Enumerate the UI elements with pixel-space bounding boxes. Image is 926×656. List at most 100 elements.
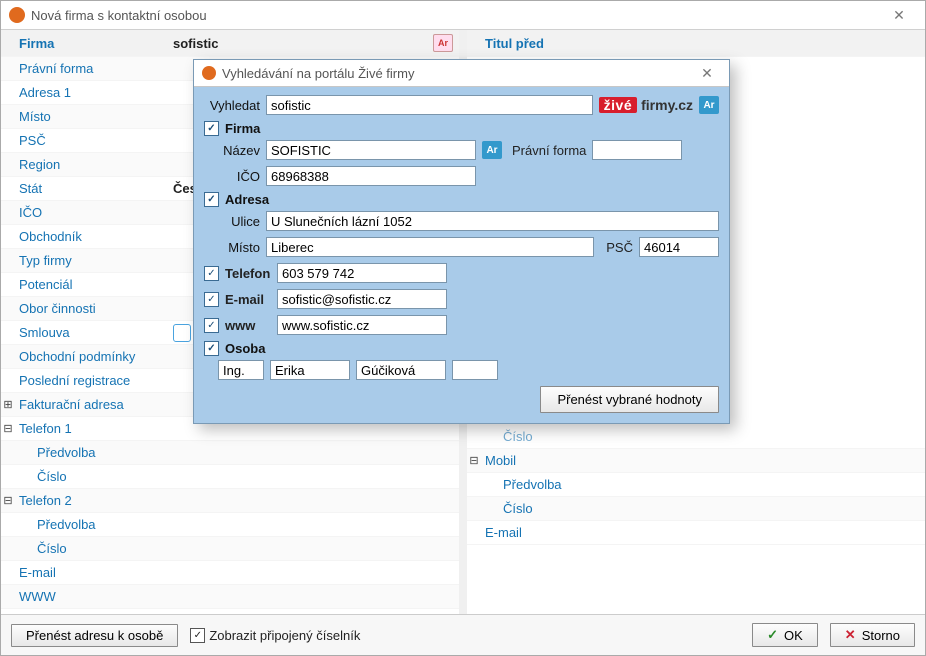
ares-lookup-icon[interactable]: Ar xyxy=(482,141,502,159)
adresa-section-label: Adresa xyxy=(225,192,269,207)
dialog-footer: Přenést vybrané hodnoty xyxy=(204,386,719,413)
field-label: Předvolba xyxy=(15,517,187,532)
field-label: Region xyxy=(15,157,169,172)
field-checkbox[interactable] xyxy=(173,324,191,342)
field-label: WWW xyxy=(15,589,169,604)
window-title: Nová firma s kontaktní osobou xyxy=(31,8,207,23)
osoba-titul-input[interactable] xyxy=(218,360,264,380)
field-label: Telefon 2 xyxy=(15,493,169,508)
firma-checkbox[interactable]: ✓ xyxy=(204,121,219,136)
ulice-label: Ulice xyxy=(204,214,260,229)
show-linked-list-checkbox[interactable]: ✓ Zobrazit připojený číselník xyxy=(190,628,360,643)
dialog-close-button[interactable]: ✕ xyxy=(693,65,721,82)
field-label: Firma xyxy=(15,36,169,51)
osoba-fields xyxy=(204,360,719,380)
field-label: Obchodník xyxy=(15,229,169,244)
window-close-button[interactable]: ✕ xyxy=(881,7,917,24)
transfer-address-button[interactable]: Přenést adresu k osobě xyxy=(11,624,178,647)
pravni-forma-input[interactable] xyxy=(592,140,682,160)
zive-logo: živé xyxy=(599,97,637,113)
www-input[interactable] xyxy=(277,315,447,335)
nazev-label: Název xyxy=(204,143,260,158)
field-label: Mobil xyxy=(481,453,635,468)
psc-input[interactable] xyxy=(639,237,719,257)
field-label: Číslo xyxy=(481,501,653,516)
lookup-dialog: Vyhledávání na portálu Živé firmy ✕ Vyhl… xyxy=(193,59,730,424)
www-section-label: www xyxy=(225,318,271,333)
telefon-checkbox[interactable]: ✓ xyxy=(204,266,219,281)
email-checkbox[interactable]: ✓ xyxy=(204,292,219,307)
osoba-checkbox[interactable]: ✓ xyxy=(204,341,219,356)
field-value[interactable]: sofisticAr xyxy=(169,34,459,52)
field-label: Obchodní podmínky xyxy=(15,349,169,364)
search-label: Vyhledat xyxy=(204,98,260,113)
field-label: Obor činnosti xyxy=(15,301,169,316)
search-input[interactable] xyxy=(266,95,593,115)
section-firma: ✓ Firma xyxy=(204,121,719,136)
section-adresa: ✓ Adresa xyxy=(204,192,719,207)
ico-input[interactable] xyxy=(266,166,476,186)
email-section-label: E-mail xyxy=(225,292,271,307)
field-label: IČO xyxy=(15,205,169,220)
field-label: PSČ xyxy=(15,133,169,148)
checkbox-icon: ✓ xyxy=(190,628,205,643)
field-label: Číslo xyxy=(15,541,187,556)
form-row[interactable]: Předvolba xyxy=(1,513,459,537)
check-icon: ✓ xyxy=(767,627,778,643)
field-label: Typ firmy xyxy=(15,253,169,268)
tree-toggle-icon[interactable]: ⊞ xyxy=(1,398,15,411)
section-www: ✓ www xyxy=(204,315,719,335)
field-label: E-mail xyxy=(481,525,635,540)
main-window: Nová firma s kontaktní osobou ✕ Firmasof… xyxy=(0,0,926,656)
osoba-titulza-input[interactable] xyxy=(452,360,498,380)
dialog-app-icon xyxy=(202,66,216,80)
nazev-input[interactable] xyxy=(266,140,476,160)
field-label: Fakturační adresa xyxy=(15,397,169,412)
dialog-titlebar: Vyhledávání na portálu Živé firmy ✕ xyxy=(194,60,729,87)
email-input[interactable] xyxy=(277,289,447,309)
field-label: Číslo xyxy=(15,469,187,484)
field-label: Předvolba xyxy=(15,445,187,460)
field-label: Titul před xyxy=(481,36,635,51)
ulice-input[interactable] xyxy=(266,211,719,231)
form-row[interactable]: WWW xyxy=(1,585,459,609)
field-label: Stát xyxy=(15,181,169,196)
form-row[interactable]: Předvolba xyxy=(1,441,459,465)
adresa-checkbox[interactable]: ✓ xyxy=(204,192,219,207)
field-label: Smlouva xyxy=(15,325,169,340)
form-row[interactable]: Předvolba xyxy=(467,473,925,497)
field-label: Poslední registrace xyxy=(15,373,169,388)
transfer-selected-button[interactable]: Přenést vybrané hodnoty xyxy=(540,386,719,413)
form-row[interactable]: Číslo xyxy=(467,497,925,521)
tree-toggle-icon[interactable]: ⊟ xyxy=(1,494,15,507)
ico-label: IČO xyxy=(204,169,260,184)
form-row[interactable]: Číslo xyxy=(467,425,925,449)
tree-toggle-icon[interactable]: ⊟ xyxy=(1,422,15,435)
ok-button[interactable]: ✓OK xyxy=(752,623,818,647)
www-checkbox[interactable]: ✓ xyxy=(204,318,219,333)
ares-badge-icon[interactable]: Ar xyxy=(433,34,453,52)
osoba-prijmeni-input[interactable] xyxy=(356,360,446,380)
show-linked-list-label: Zobrazit připojený číselník xyxy=(209,628,360,643)
form-row[interactable]: ⊟Mobil xyxy=(467,449,925,473)
dialog-body: Vyhledat živé firmy.cz Ar ✓ Firma Název … xyxy=(194,87,729,423)
tree-toggle-icon[interactable]: ⊟ xyxy=(467,454,481,467)
field-label: E-mail xyxy=(15,565,169,580)
field-label: Právní forma xyxy=(15,61,169,76)
field-label: Předvolba xyxy=(481,477,653,492)
form-row[interactable]: E-mail xyxy=(1,561,459,585)
form-row[interactable]: Číslo xyxy=(1,465,459,489)
form-row[interactable]: ⊟Telefon 2 xyxy=(1,489,459,513)
osoba-jmeno-input[interactable] xyxy=(270,360,350,380)
form-row[interactable]: FirmasofisticAr xyxy=(1,30,459,57)
form-row[interactable]: Titul před xyxy=(467,30,925,57)
telefon-input[interactable] xyxy=(277,263,447,283)
firmy-text: firmy.cz xyxy=(641,97,693,113)
ares-icon[interactable]: Ar xyxy=(699,96,719,114)
dialog-title: Vyhledávání na portálu Živé firmy xyxy=(222,66,414,81)
misto-label: Místo xyxy=(204,240,260,255)
form-row[interactable]: E-mail xyxy=(467,521,925,545)
misto-input[interactable] xyxy=(266,237,594,257)
form-row[interactable]: Číslo xyxy=(1,537,459,561)
cancel-button[interactable]: ✕Storno xyxy=(830,623,915,647)
